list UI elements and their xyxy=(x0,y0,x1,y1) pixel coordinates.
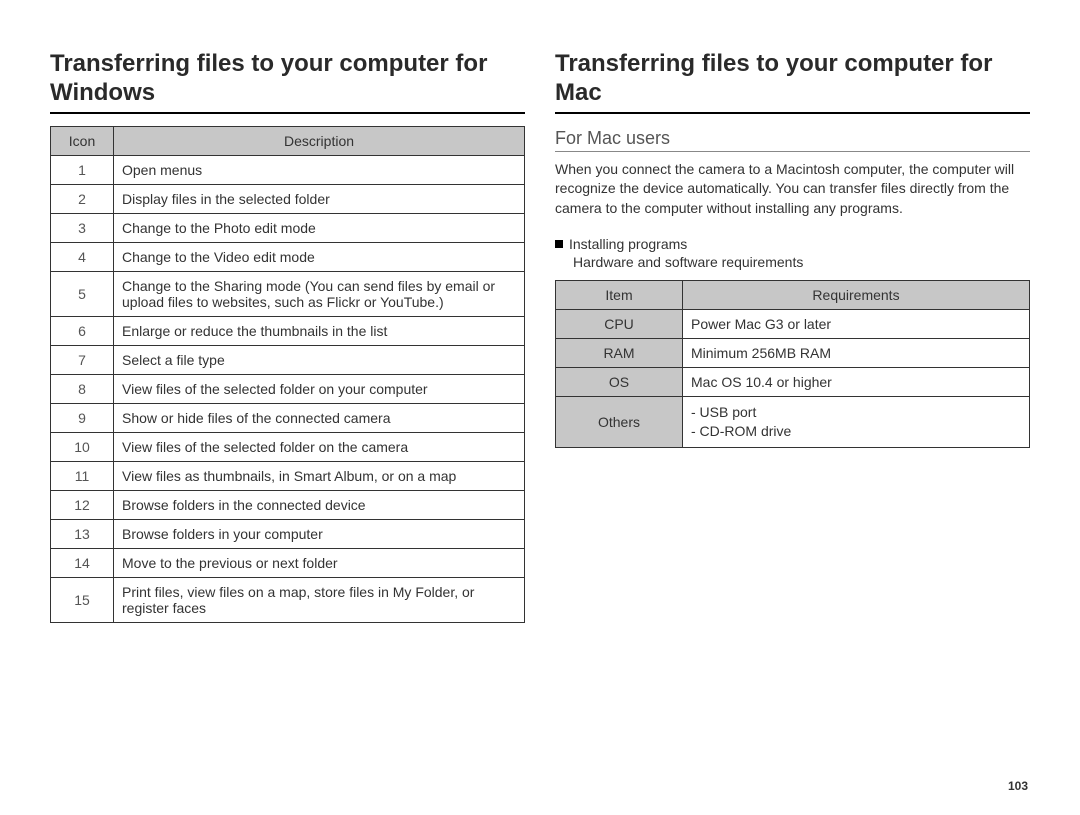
requirement-value-cell: - USB port- CD-ROM drive xyxy=(683,397,1030,448)
table-row: 1Open menus xyxy=(51,155,525,184)
requirement-item-cell: Others xyxy=(556,397,683,448)
icon-number-cell: 2 xyxy=(51,184,114,213)
mac-paragraph: When you connect the camera to a Macinto… xyxy=(555,160,1030,219)
subheading-mac-users: For Mac users xyxy=(555,128,1030,152)
icon-description-cell: View files of the selected folder on the… xyxy=(114,432,525,461)
hw-sw-requirements-label: Hardware and software requirements xyxy=(573,254,1030,270)
icon-description-cell: Select a file type xyxy=(114,345,525,374)
table-row: 6Enlarge or reduce the thumbnails in the… xyxy=(51,316,525,345)
table-row: Others- USB port- CD-ROM drive xyxy=(556,397,1030,448)
table-row: 13Browse folders in your computer xyxy=(51,519,525,548)
requirement-value-cell: Mac OS 10.4 or higher xyxy=(683,368,1030,397)
table-row: 4Change to the Video edit mode xyxy=(51,242,525,271)
col-header-icon: Icon xyxy=(51,126,114,155)
requirement-value-cell: Power Mac G3 or later xyxy=(683,310,1030,339)
icon-number-cell: 4 xyxy=(51,242,114,271)
page-number: 103 xyxy=(1008,779,1028,793)
table-row: 8View files of the selected folder on yo… xyxy=(51,374,525,403)
requirements-table: Item Requirements CPUPower Mac G3 or lat… xyxy=(555,280,1030,448)
bullet-text: Installing programs xyxy=(569,236,687,252)
icon-description-cell: Print files, view files on a map, store … xyxy=(114,577,525,622)
table-row: 14Move to the previous or next folder xyxy=(51,548,525,577)
icon-number-cell: 13 xyxy=(51,519,114,548)
requirement-item-cell: CPU xyxy=(556,310,683,339)
table-row: 10View files of the selected folder on t… xyxy=(51,432,525,461)
heading-mac: Transferring files to your computer for … xyxy=(555,50,1030,114)
icon-number-cell: 3 xyxy=(51,213,114,242)
icon-description-cell: View files of the selected folder on you… xyxy=(114,374,525,403)
icon-number-cell: 8 xyxy=(51,374,114,403)
icon-number-cell: 10 xyxy=(51,432,114,461)
icon-description-cell: Display files in the selected folder xyxy=(114,184,525,213)
table-row: 5Change to the Sharing mode (You can sen… xyxy=(51,271,525,316)
col-header-item: Item xyxy=(556,281,683,310)
icon-description-cell: View files as thumbnails, in Smart Album… xyxy=(114,461,525,490)
icon-description-cell: Change to the Photo edit mode xyxy=(114,213,525,242)
table-row: 12Browse folders in the connected device xyxy=(51,490,525,519)
icon-description-cell: Change to the Video edit mode xyxy=(114,242,525,271)
requirement-item-cell: RAM xyxy=(556,339,683,368)
icon-description-cell: Show or hide files of the connected came… xyxy=(114,403,525,432)
icon-number-cell: 11 xyxy=(51,461,114,490)
icon-number-cell: 6 xyxy=(51,316,114,345)
table-row: 3Change to the Photo edit mode xyxy=(51,213,525,242)
icon-description-cell: Open menus xyxy=(114,155,525,184)
requirement-value-cell: Minimum 256MB RAM xyxy=(683,339,1030,368)
icon-description-cell: Enlarge or reduce the thumbnails in the … xyxy=(114,316,525,345)
icon-number-cell: 15 xyxy=(51,577,114,622)
col-header-description: Description xyxy=(114,126,525,155)
icon-description-cell: Browse folders in your computer xyxy=(114,519,525,548)
table-row: 7Select a file type xyxy=(51,345,525,374)
icon-description-cell: Browse folders in the connected device xyxy=(114,490,525,519)
heading-windows: Transferring files to your computer for … xyxy=(50,50,525,114)
icon-number-cell: 5 xyxy=(51,271,114,316)
icon-description-table: Icon Description 1Open menus2Display fil… xyxy=(50,126,525,623)
icon-number-cell: 9 xyxy=(51,403,114,432)
icon-number-cell: 7 xyxy=(51,345,114,374)
table-row: 11View files as thumbnails, in Smart Alb… xyxy=(51,461,525,490)
square-bullet-icon xyxy=(555,240,563,248)
table-row: 9Show or hide files of the connected cam… xyxy=(51,403,525,432)
table-row: 2Display files in the selected folder xyxy=(51,184,525,213)
icon-description-cell: Move to the previous or next folder xyxy=(114,548,525,577)
right-column: Transferring files to your computer for … xyxy=(555,50,1030,623)
icon-number-cell: 14 xyxy=(51,548,114,577)
col-header-requirements: Requirements xyxy=(683,281,1030,310)
table-row: CPUPower Mac G3 or later xyxy=(556,310,1030,339)
bullet-installing-programs: Installing programs xyxy=(555,236,1030,252)
icon-number-cell: 1 xyxy=(51,155,114,184)
table-row: OSMac OS 10.4 or higher xyxy=(556,368,1030,397)
icon-number-cell: 12 xyxy=(51,490,114,519)
icon-description-cell: Change to the Sharing mode (You can send… xyxy=(114,271,525,316)
left-column: Transferring files to your computer for … xyxy=(50,50,525,623)
table-row: RAMMinimum 256MB RAM xyxy=(556,339,1030,368)
table-row: 15Print files, view files on a map, stor… xyxy=(51,577,525,622)
requirement-item-cell: OS xyxy=(556,368,683,397)
